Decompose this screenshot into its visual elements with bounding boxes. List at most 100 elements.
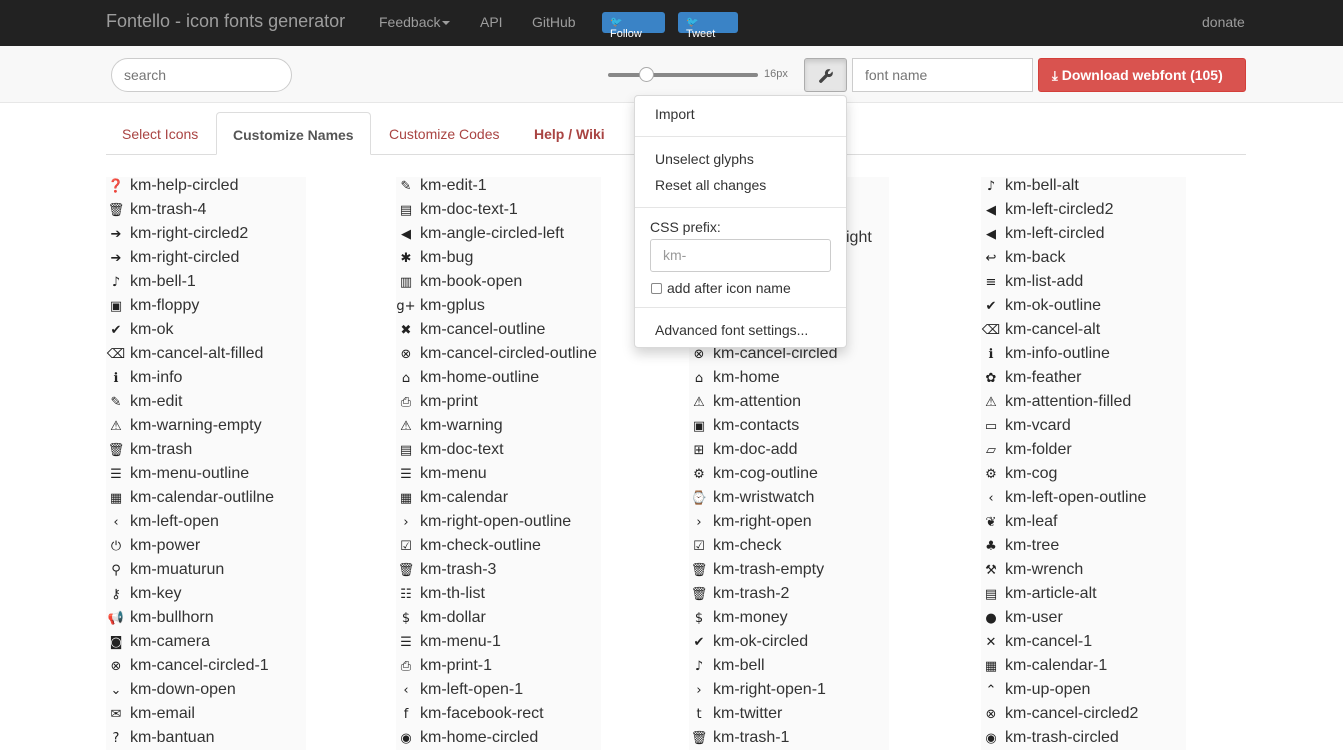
glyph-row[interactable]: ◉ km-trash-circled	[981, 729, 1119, 750]
glyph-row[interactable]: ☑ km-check-outline	[396, 537, 541, 561]
glyph-row[interactable]: ♣ km-tree	[981, 537, 1059, 561]
glyph-row[interactable]: ✔ km-ok	[106, 321, 174, 345]
glyph-name[interactable]: km-tree	[1005, 537, 1059, 554]
glyph-name[interactable]: km-vcard	[1005, 417, 1071, 434]
glyph-name[interactable]: km-bullhorn	[130, 609, 214, 626]
glyph-row[interactable]: ▤ km-article-alt	[981, 585, 1097, 609]
glyph-row[interactable]: ⌃ km-up-open	[981, 681, 1091, 705]
glyph-row[interactable]: ↩ km-back	[981, 249, 1066, 273]
glyph-name[interactable]: km-book-open	[420, 273, 522, 290]
glyph-name[interactable]: km-attention	[713, 393, 801, 410]
glyph-row[interactable]: ☰ km-menu	[396, 465, 487, 489]
glyph-name[interactable]: km-power	[130, 537, 200, 554]
glyph-row[interactable]: ⌚ km-wristwatch	[689, 489, 814, 513]
glyph-name[interactable]: km-floppy	[130, 297, 199, 314]
github-link[interactable]: GitHub	[532, 14, 576, 30]
glyph-name[interactable]: km-left-circled2	[1005, 201, 1113, 218]
glyph-name[interactable]: km-wrench	[1005, 561, 1083, 578]
glyph-row[interactable]: 🗑 km-trash	[106, 441, 193, 465]
glyph-name[interactable]: km-warning-empty	[130, 417, 262, 434]
import-menu-item[interactable]: Import	[655, 106, 695, 122]
glyph-name[interactable]: km-doc-add	[713, 441, 797, 458]
glyph-name[interactable]: km-right-circled2	[130, 225, 248, 242]
glyph-row[interactable]: ✱ km-bug	[396, 249, 474, 273]
glyph-name[interactable]: km-user	[1005, 609, 1063, 626]
glyph-row[interactable]: ▦ km-calendar-1	[981, 657, 1107, 681]
glyph-row[interactable]: ⎙ km-print-1	[396, 657, 492, 681]
download-webfont-button[interactable]: ⤓ Download webfont (105)	[1038, 58, 1246, 92]
glyph-name[interactable]: km-muaturun	[130, 561, 224, 578]
glyph-name[interactable]: km-menu-1	[420, 633, 501, 650]
glyph-name[interactable]: km-doc-text-1	[420, 201, 518, 218]
glyph-name[interactable]: km-ok-circled	[713, 633, 808, 650]
glyph-row[interactable]: ⊗ km-cancel-circled	[689, 345, 838, 369]
glyph-row[interactable]: ▦ km-calendar	[396, 489, 508, 513]
glyph-row[interactable]: ⚙ km-cog	[981, 465, 1057, 489]
glyph-row[interactable]: ✉ km-email	[106, 705, 195, 729]
glyph-row[interactable]: ⌫ km-cancel-alt	[981, 321, 1100, 345]
glyph-row[interactable]: ⎙ km-print	[396, 393, 478, 417]
glyph-row[interactable]: ⚠ km-attention-filled	[981, 393, 1131, 417]
glyph-row[interactable]: 🗑 km-trash-3	[396, 561, 497, 585]
glyph-name[interactable]: km-trash-4	[130, 201, 206, 218]
glyph-name[interactable]: km-bantuan	[130, 729, 215, 746]
glyph-row[interactable]: ▱ km-folder	[981, 441, 1072, 465]
glyph-row[interactable]: ➔ km-right-circled	[106, 249, 240, 273]
glyph-name[interactable]: km-cancel-1	[1005, 633, 1092, 650]
glyph-row[interactable]: ⊞ km-doc-add	[689, 441, 798, 465]
glyph-row[interactable]: $ km-money	[689, 609, 788, 633]
glyph-name[interactable]: km-feather	[1005, 369, 1081, 386]
glyph-name[interactable]: km-bell-1	[130, 273, 196, 290]
glyph-name[interactable]: km-help-circled	[130, 177, 238, 194]
glyph-row[interactable]: ✖ km-cancel-outline	[396, 321, 546, 345]
glyph-row[interactable]: ▣ km-contacts	[689, 417, 799, 441]
glyph-row[interactable]: ✔ km-ok-outline	[981, 297, 1101, 321]
glyph-row[interactable]: ⚲ km-muaturun	[106, 561, 224, 585]
tab-select-icons[interactable]: Select Icons	[122, 126, 198, 142]
glyph-row[interactable]: › km-right-open	[689, 513, 811, 537]
glyph-name[interactable]: km-dollar	[420, 609, 486, 626]
reset-changes-menu-item[interactable]: Reset all changes	[655, 177, 766, 193]
glyph-row[interactable]: ◉ km-home-circled	[396, 729, 538, 750]
glyph-row[interactable]: ♪ km-bell-1	[106, 273, 196, 297]
glyph-row[interactable]: ◀ km-left-circled2	[981, 201, 1113, 225]
glyph-row[interactable]: ▤ km-doc-text-1	[396, 201, 518, 225]
glyph-name[interactable]: km-trash	[130, 441, 192, 458]
glyph-row[interactable]: ✕ km-cancel-1	[981, 633, 1093, 657]
glyph-name[interactable]: km-bell	[713, 657, 765, 674]
glyph-name[interactable]: km-wristwatch	[713, 489, 814, 506]
glyph-name[interactable]: km-left-circled	[1005, 225, 1105, 242]
glyph-row[interactable]: ☷ km-th-list	[396, 585, 485, 609]
glyph-name[interactable]: km-th-list	[420, 585, 485, 602]
glyph-name[interactable]: km-camera	[130, 633, 210, 650]
glyph-row[interactable]: ▦ km-calendar-outlilne	[106, 489, 274, 513]
glyph-name[interactable]: km-left-open-1	[420, 681, 523, 698]
glyph-name[interactable]: km-up-open	[1005, 681, 1090, 698]
glyph-row[interactable]: ☑ km-check	[689, 537, 781, 561]
glyph-row[interactable]: ℹ km-info-outline	[981, 345, 1110, 369]
glyph-name[interactable]: km-angle-circled-left	[420, 225, 564, 242]
glyph-name[interactable]: km-cancel-circled-1	[130, 657, 269, 674]
glyph-name[interactable]: km-article-alt	[1005, 585, 1097, 602]
glyph-name[interactable]: km-calendar-1	[1005, 657, 1107, 674]
glyph-name[interactable]: km-edit	[130, 393, 182, 410]
glyph-name[interactable]: km-info-outline	[1005, 345, 1110, 362]
glyph-row[interactable]: ❓ km-help-circled	[106, 177, 239, 201]
add-after-checkbox[interactable]	[651, 283, 662, 294]
glyph-name[interactable]: km-email	[130, 705, 195, 722]
glyph-name[interactable]: km-check	[713, 537, 781, 554]
glyph-row[interactable]: ✎ km-edit-1	[396, 177, 487, 201]
glyph-name[interactable]: km-trash-2	[713, 585, 789, 602]
glyph-row[interactable]: ‹ km-left-open-outline	[981, 489, 1146, 513]
glyph-name[interactable]: km-back	[1005, 249, 1065, 266]
glyph-row[interactable]: ‹ km-left-open-1	[396, 681, 523, 705]
glyph-name[interactable]: km-trash-empty	[713, 561, 824, 578]
glyph-name[interactable]: km-bug	[420, 249, 473, 266]
glyph-name[interactable]: km-left-open-outline	[1005, 489, 1146, 506]
glyph-name[interactable]: km-cog-outline	[713, 465, 818, 482]
glyph-name[interactable]: km-trash-circled	[1005, 729, 1119, 746]
glyph-row[interactable]: ⚷ km-key	[106, 585, 181, 609]
glyph-row[interactable]: ⊗ km-cancel-circled-outline	[396, 345, 597, 369]
glyph-name[interactable]: km-leaf	[1005, 513, 1057, 530]
tweet-button[interactable]: 🐦Tweet	[678, 12, 738, 40]
